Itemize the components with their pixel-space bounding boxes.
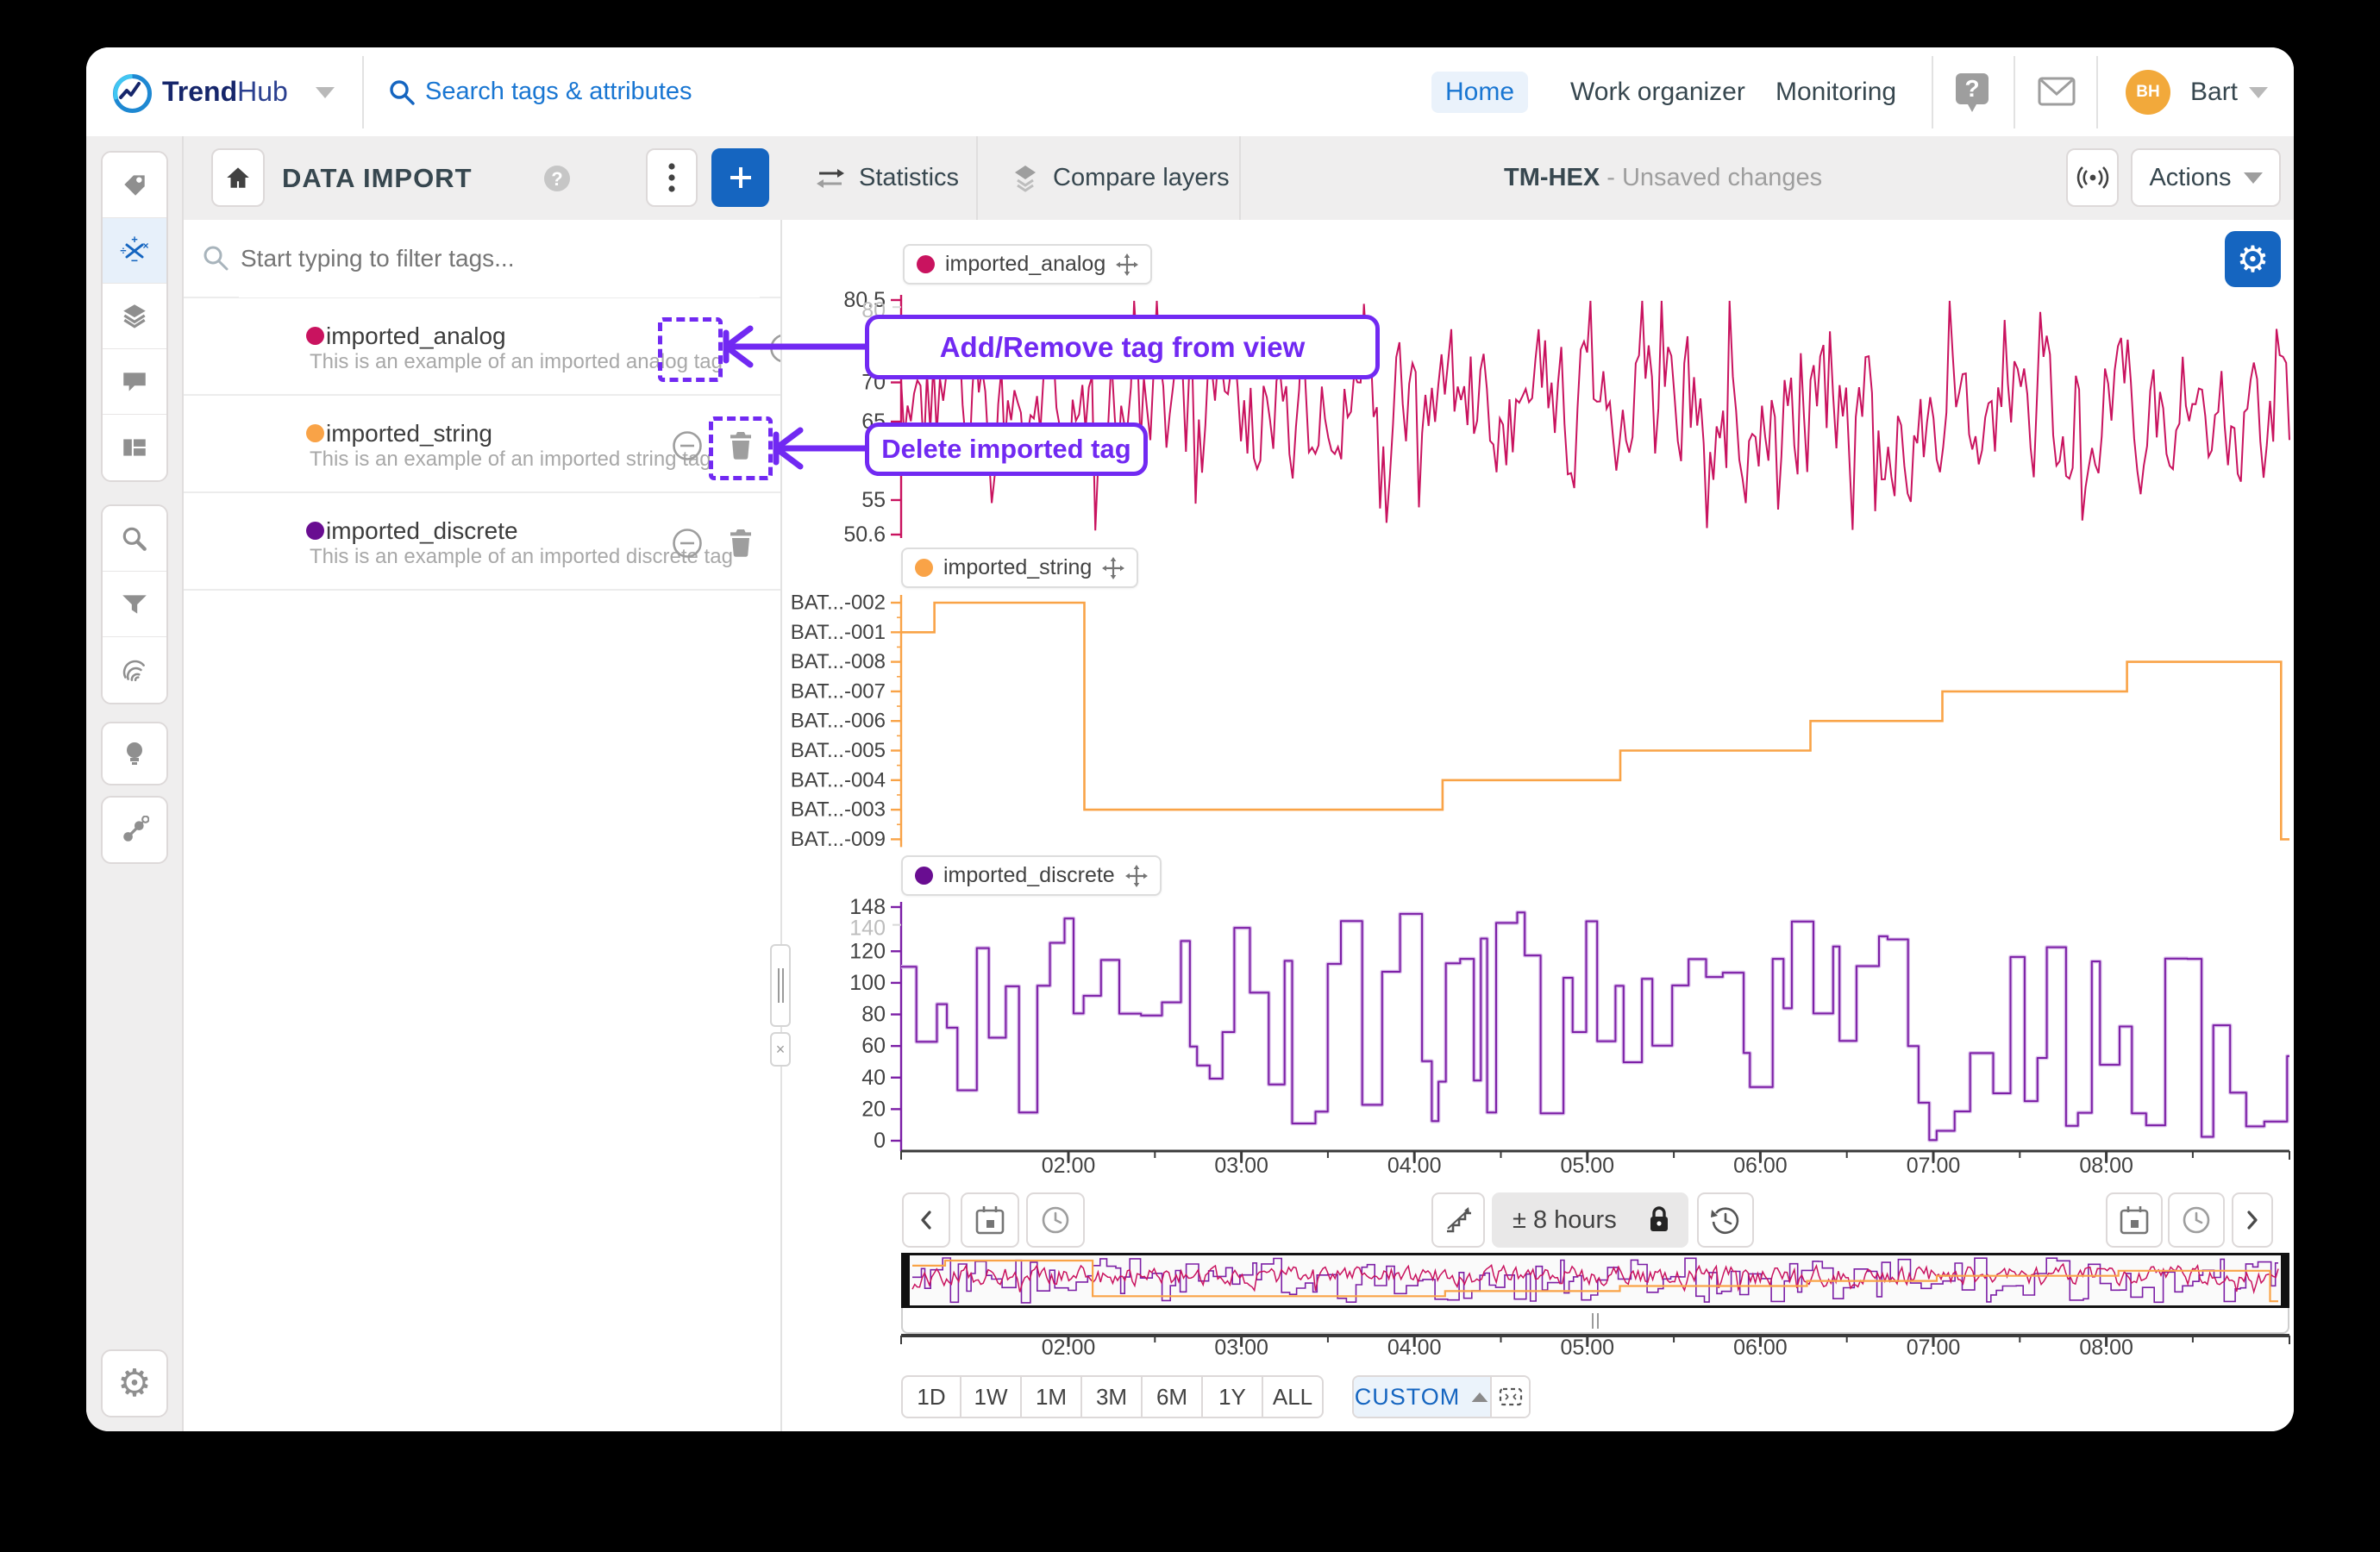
- annotation-connectors: [86, 47, 2294, 1431]
- app-window: TrendHub Search tags & attributes Home W…: [86, 47, 2294, 1431]
